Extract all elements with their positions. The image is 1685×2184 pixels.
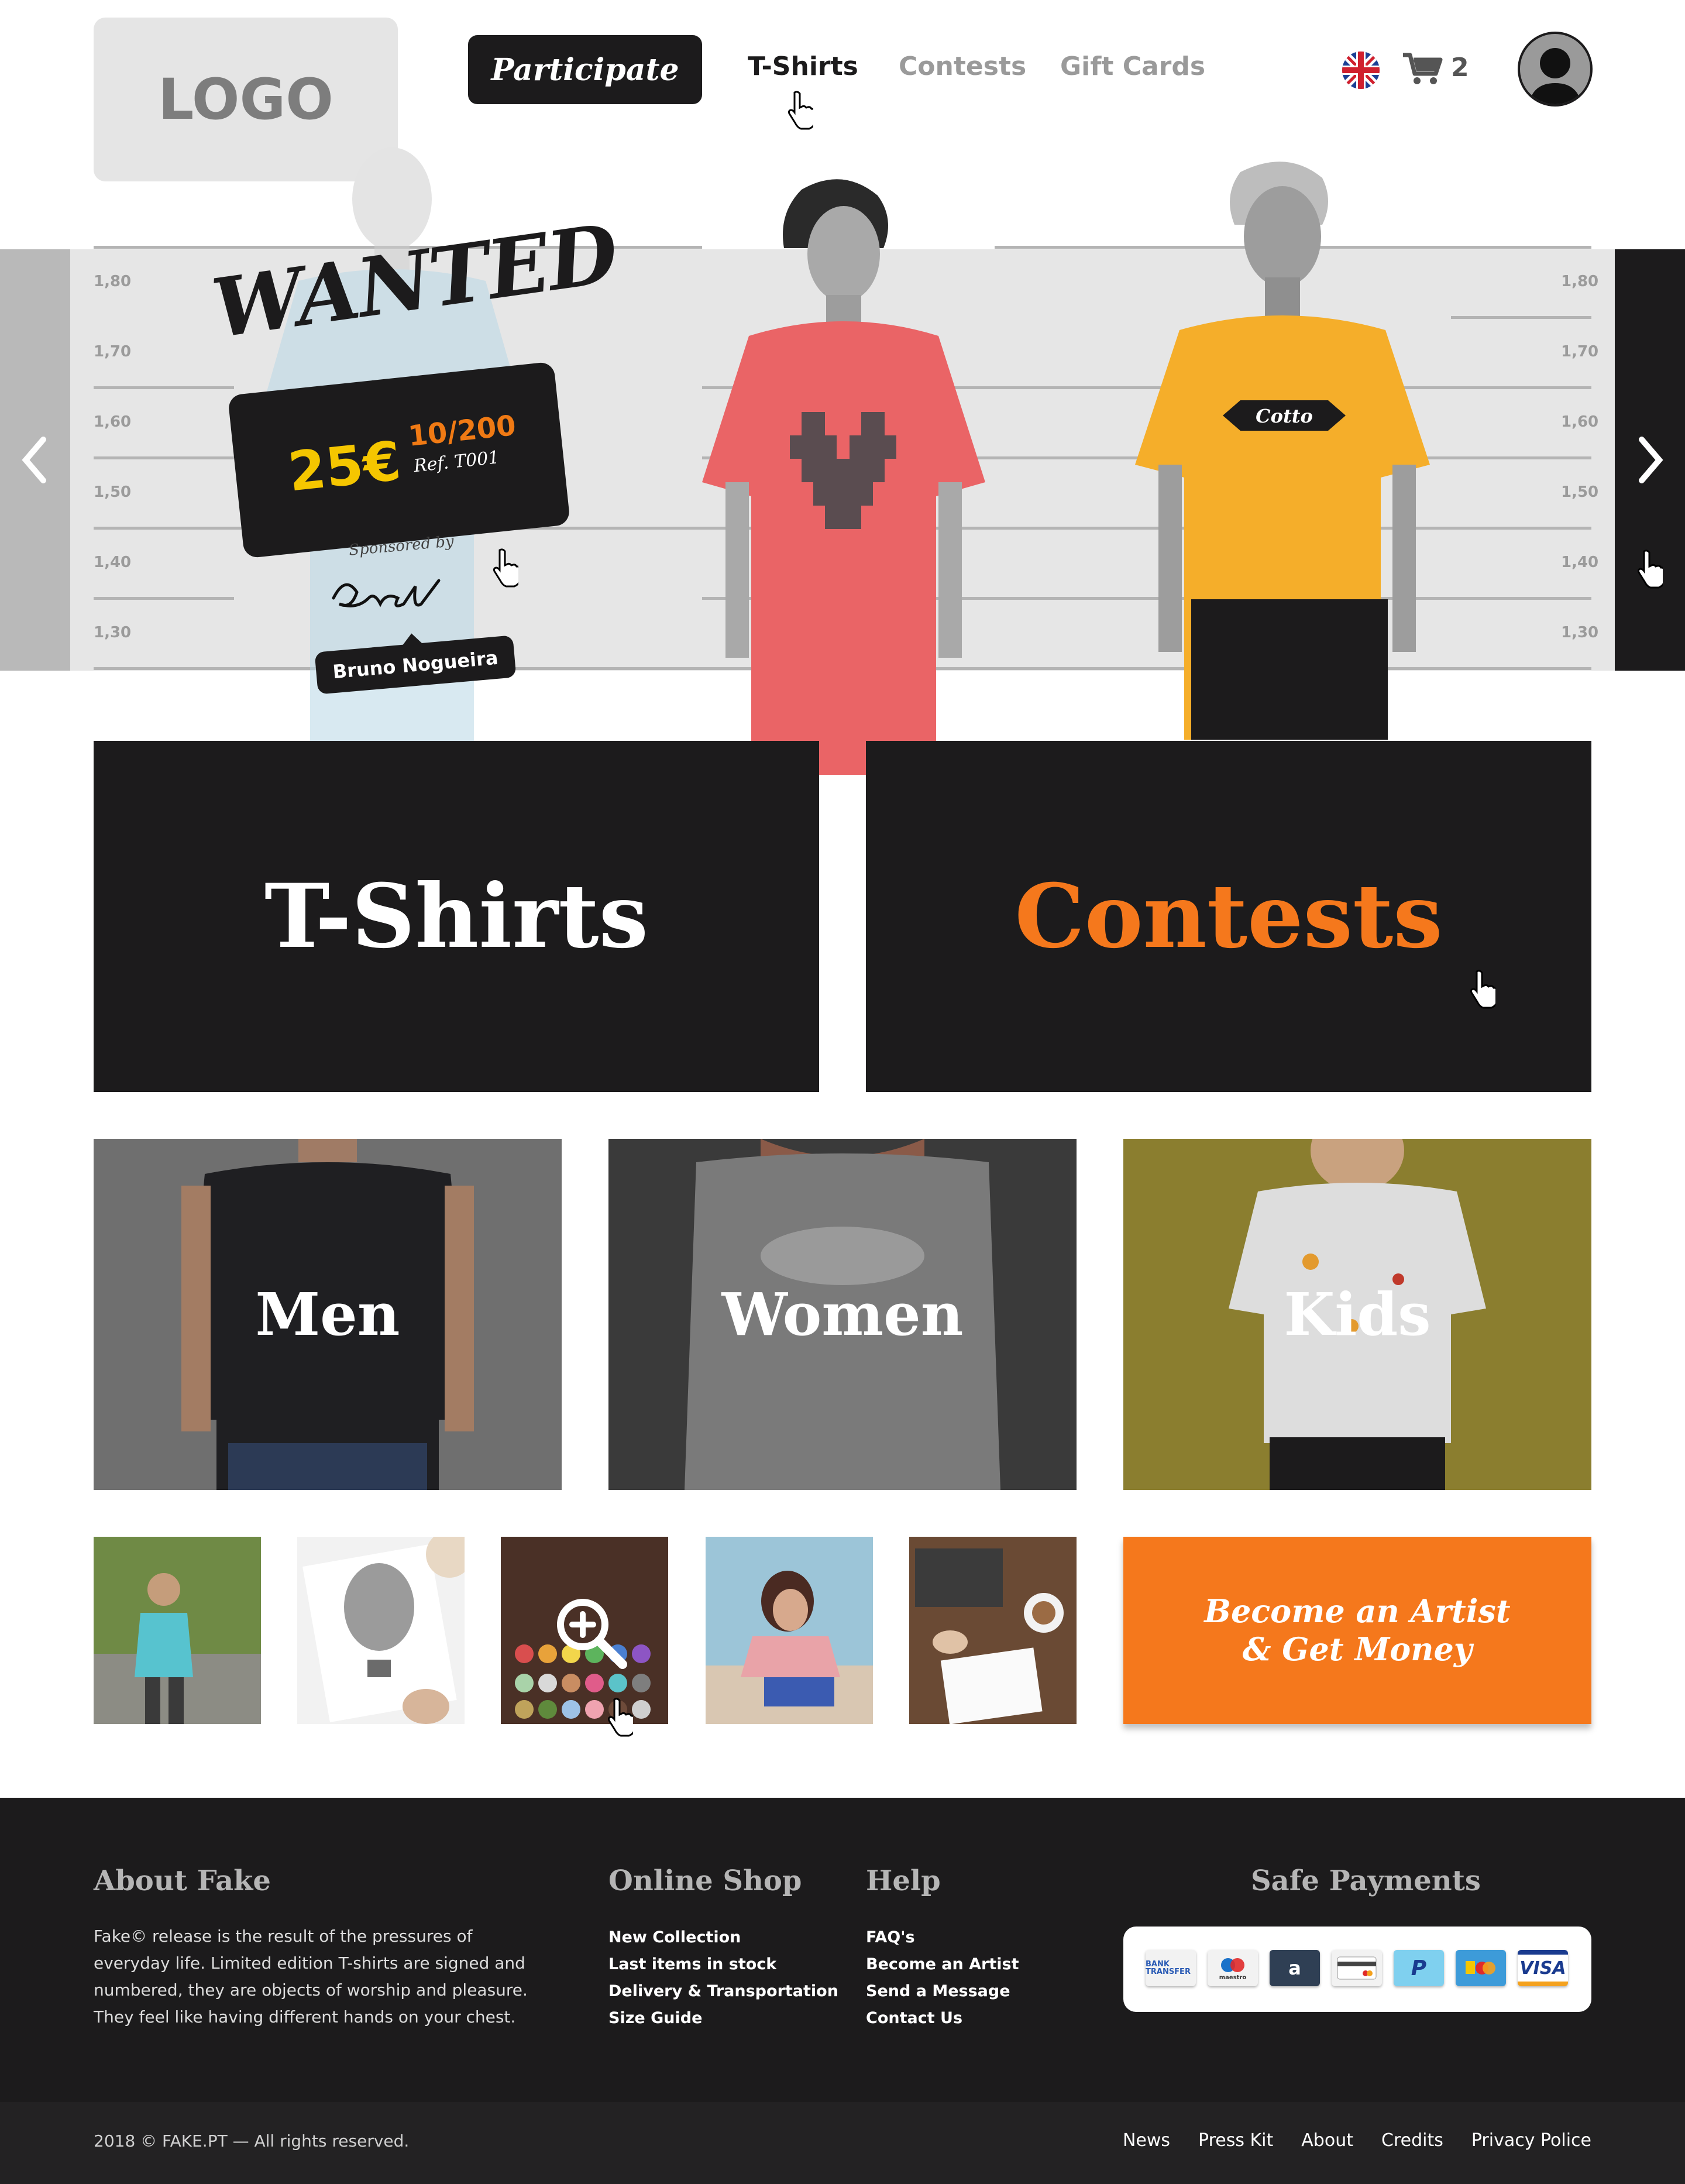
footer-link-size-guide[interactable]: Size Guide bbox=[608, 2005, 838, 2032]
category-kids-tile[interactable]: Kids bbox=[1123, 1139, 1591, 1490]
credit-card-icon bbox=[1332, 1950, 1382, 1986]
height-label: 1,70 bbox=[1561, 343, 1599, 360]
footer-bottom-links: News Press Kit About Credits Privacy Pol… bbox=[1123, 2130, 1591, 2151]
become-artist-line2: & Get Money bbox=[1242, 1630, 1473, 1668]
footer-about-title: About Fake bbox=[94, 1864, 271, 1897]
gallery-thumb[interactable] bbox=[706, 1537, 873, 1724]
height-label: 1,80 bbox=[94, 273, 132, 290]
svg-text:Cotto: Cotto bbox=[1256, 405, 1313, 427]
tshirts-tile[interactable]: T-Shirts bbox=[94, 741, 819, 1092]
height-label: 1,70 bbox=[94, 343, 132, 360]
gallery-thumb[interactable] bbox=[94, 1537, 261, 1724]
footer-payments-title: Safe Payments bbox=[1251, 1864, 1481, 1897]
category-kids-label: Kids bbox=[1284, 1280, 1431, 1349]
svg-text:maestro: maestro bbox=[1219, 1974, 1247, 1981]
contests-tile[interactable]: Contests bbox=[866, 741, 1591, 1092]
user-silhouette-icon bbox=[1529, 48, 1581, 104]
hero-next-arrow[interactable] bbox=[1615, 249, 1685, 671]
category-men-label: Men bbox=[255, 1280, 400, 1349]
hand-cursor-icon bbox=[1470, 970, 1495, 1009]
visa-icon: VISA bbox=[1518, 1950, 1568, 1986]
maestro-icon: maestro bbox=[1208, 1950, 1258, 1986]
zoom-in-icon[interactable] bbox=[553, 1595, 630, 1671]
workspace-desk-photo bbox=[909, 1537, 1077, 1724]
logo[interactable]: LOGO bbox=[94, 18, 398, 181]
nav-contests-link[interactable]: Contests bbox=[899, 51, 1026, 81]
height-label: 1,50 bbox=[94, 483, 132, 501]
footer-link-send-message[interactable]: Send a Message bbox=[866, 1978, 1019, 2005]
become-artist-line1: Become an Artist bbox=[1204, 1592, 1511, 1630]
ruler-line bbox=[1451, 316, 1591, 319]
category-women-tile[interactable]: Women bbox=[608, 1139, 1077, 1490]
payment-methods-card: BANK TRANSFER maestro a P VISA bbox=[1123, 1927, 1591, 2012]
hand-cursor-icon bbox=[607, 1698, 633, 1737]
height-label: 1,60 bbox=[1561, 413, 1599, 431]
category-men-tile[interactable]: Men bbox=[94, 1139, 562, 1490]
footer-link-press-kit[interactable]: Press Kit bbox=[1198, 2130, 1273, 2151]
model-yellow-shirt: Cotto bbox=[1135, 162, 1430, 740]
shopping-cart-icon[interactable] bbox=[1402, 51, 1443, 87]
ruler-line bbox=[94, 386, 234, 389]
nav-gift-cards-link[interactable]: Gift Cards bbox=[1060, 51, 1205, 81]
footer-link-privacy[interactable]: Privacy Police bbox=[1471, 2130, 1591, 2151]
footer-about-text: Fake© release is the result of the press… bbox=[94, 1927, 528, 2027]
nav-tshirts-link[interactable]: T-Shirts bbox=[748, 51, 858, 81]
footer-link-last-items[interactable]: Last items in stock bbox=[608, 1951, 838, 1978]
balloon-sketch-photo bbox=[297, 1537, 465, 1724]
hand-cursor-icon bbox=[1637, 550, 1663, 589]
product-ref: Ref. T001 bbox=[412, 447, 501, 477]
mastercard-logo-icon bbox=[1466, 1961, 1495, 1974]
height-label: 1,50 bbox=[1561, 483, 1599, 501]
copyright-text: 2018 © FAKE.PT — All rights reserved. bbox=[94, 2131, 410, 2151]
gallery-thumb[interactable] bbox=[297, 1537, 465, 1724]
nav-participate-button[interactable]: Participate bbox=[468, 35, 702, 104]
height-label: 1,30 bbox=[1561, 624, 1599, 641]
gallery-thumb[interactable] bbox=[501, 1537, 668, 1724]
maestro-logo-icon: maestro bbox=[1219, 1958, 1247, 1981]
footer-help-links: FAQ's Become an Artist Send a Message Co… bbox=[866, 1924, 1019, 2032]
artist-drawing-photo bbox=[706, 1537, 873, 1724]
chevron-right-icon bbox=[1639, 437, 1663, 483]
height-label: 1,60 bbox=[94, 413, 132, 431]
footer-link-contact-us[interactable]: Contact Us bbox=[866, 2005, 1019, 2032]
footer-help-title: Help bbox=[866, 1864, 941, 1897]
footer-shop-title: Online Shop bbox=[608, 1864, 802, 1897]
footer-link-new-collection[interactable]: New Collection bbox=[608, 1924, 838, 1951]
model-red-shirt bbox=[702, 179, 985, 775]
category-women-label: Women bbox=[721, 1280, 964, 1349]
hand-cursor-icon bbox=[493, 548, 518, 588]
height-label: 1,40 bbox=[94, 554, 132, 571]
footer-link-news[interactable]: News bbox=[1123, 2130, 1170, 2151]
hand-cursor-icon bbox=[788, 91, 813, 130]
user-avatar[interactable] bbox=[1518, 32, 1593, 107]
footer-link-faqs[interactable]: FAQ's bbox=[866, 1924, 1019, 1951]
become-artist-button[interactable]: Become an Artist & Get Money bbox=[1123, 1537, 1591, 1724]
chevron-left-icon bbox=[22, 437, 46, 483]
footer-shop-links: New Collection Last items in stock Deliv… bbox=[608, 1924, 838, 2032]
height-label: 1,30 bbox=[94, 624, 132, 641]
cart-count-badge[interactable]: 2 bbox=[1451, 53, 1469, 83]
hero-prev-arrow[interactable] bbox=[0, 249, 70, 671]
ruler-line bbox=[94, 456, 234, 459]
footer-link-delivery[interactable]: Delivery & Transportation bbox=[608, 1978, 838, 2005]
price-card[interactable]: 25€ 10/200 Ref. T001 bbox=[227, 361, 571, 559]
artist-street-photo bbox=[94, 1537, 261, 1724]
uk-flag-icon[interactable] bbox=[1341, 50, 1381, 90]
amazon-pay-icon: a bbox=[1270, 1950, 1320, 1986]
paypal-icon: P bbox=[1394, 1950, 1444, 1986]
gallery-thumb[interactable] bbox=[909, 1537, 1077, 1724]
edition-count: 10/200 bbox=[406, 408, 518, 453]
footer-link-about[interactable]: About bbox=[1301, 2130, 1353, 2151]
mastercard-icon bbox=[1456, 1950, 1506, 1986]
footer-link-credits[interactable]: Credits bbox=[1381, 2130, 1443, 2151]
price-value: 25€ bbox=[285, 430, 404, 504]
height-label: 1,80 bbox=[1561, 273, 1599, 290]
card-generic-icon bbox=[1337, 1956, 1377, 1980]
footer-link-become-artist[interactable]: Become an Artist bbox=[866, 1951, 1019, 1978]
height-label: 1,40 bbox=[1561, 554, 1599, 571]
bank-transfer-icon: BANK TRANSFER bbox=[1146, 1950, 1196, 1986]
sponsor-signature bbox=[332, 579, 441, 607]
ruler-line bbox=[94, 597, 234, 600]
